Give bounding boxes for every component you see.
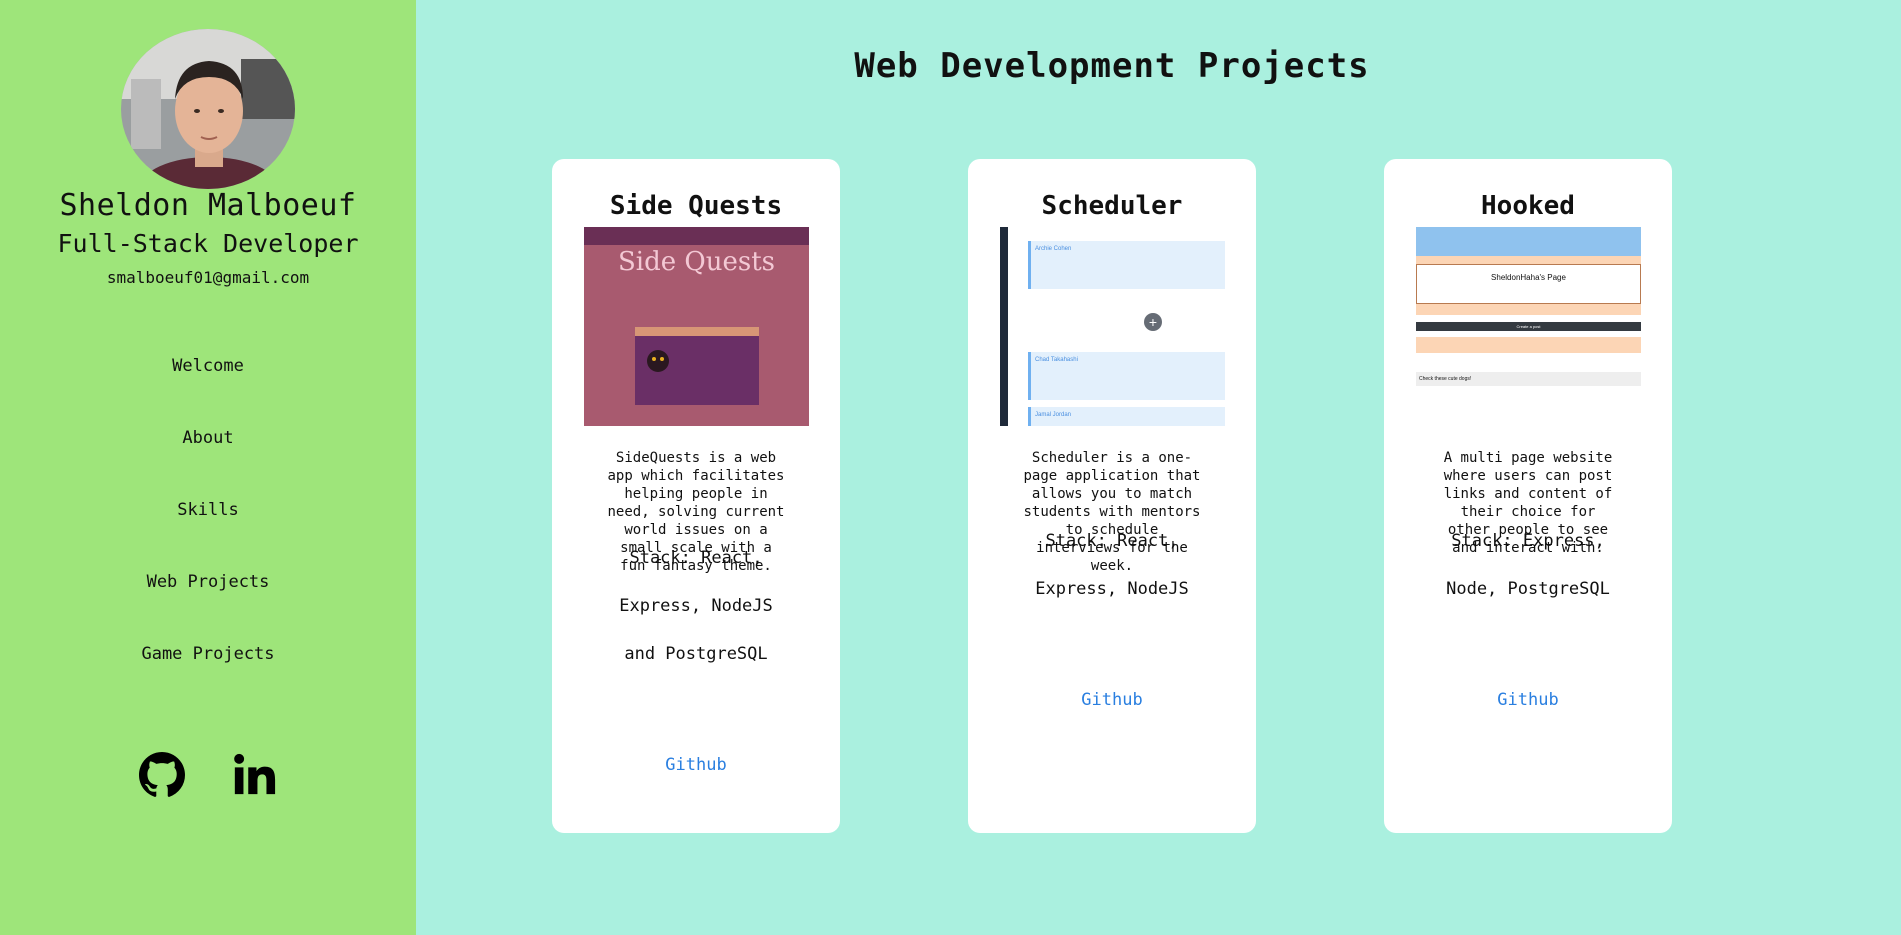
profile-email: smalboeuf01@gmail.com (106, 268, 310, 287)
stack-line: Node, PostgreSQL (1446, 579, 1610, 599)
preview-item: Check these cute dogs! (1416, 372, 1641, 386)
project-stack: Stack: React, Express, NodeJS and Postgr… (592, 534, 800, 678)
nav-item-web-projects[interactable]: Web Projects (0, 568, 416, 640)
stack-line: Stack: React, (629, 548, 763, 568)
project-title: Side Quests (609, 191, 783, 221)
stack-line: and PostgreSQL (624, 644, 768, 664)
add-icon: + (1144, 313, 1162, 331)
project-screenshot: SheldonHaha's Page Create a post Check t… (1416, 227, 1641, 426)
github-link[interactable]: Github (552, 755, 840, 775)
linkedin-icon[interactable] (231, 752, 277, 798)
sidebar: Sheldon Malboeuf Full-Stack Developer sm… (0, 0, 416, 935)
preview-post-button: Create a post (1416, 322, 1641, 331)
preview-slot: Jamal Jordan (1028, 407, 1225, 426)
stack-line: Stack: React, (1045, 531, 1179, 551)
project-screenshot: Archie Cohen + Chad Takahashi Jamal Jord… (1000, 227, 1225, 426)
sidebar-nav: Welcome About Skills Web Projects Game P… (0, 352, 416, 712)
preview-slot: Chad Takahashi (1028, 352, 1225, 400)
profile-role: Full-Stack Developer (57, 229, 359, 258)
nav-item-skills[interactable]: Skills (0, 496, 416, 568)
stack-line: Stack: Express, (1451, 531, 1605, 551)
preview-heading: SheldonHaha's Page (1416, 264, 1641, 304)
github-icon[interactable] (139, 752, 185, 798)
project-stack: Stack: React, Express, NodeJS (1008, 517, 1216, 613)
preview-logo: Side Quests (617, 247, 775, 277)
profile-name: Sheldon Malboeuf (59, 188, 357, 223)
github-link[interactable]: Github (968, 690, 1256, 710)
page-title: Web Development Projects (854, 46, 1370, 86)
avatar (121, 29, 295, 189)
nav-item-welcome[interactable]: Welcome (0, 352, 416, 424)
project-screenshot: Side Quests (584, 227, 809, 426)
project-title: Hooked (1481, 191, 1575, 221)
project-card-side-quests: Side Quests Side Quests SideQuests is a … (552, 159, 840, 833)
project-stack: Stack: Express, Node, PostgreSQL (1424, 517, 1632, 613)
social-links (0, 752, 416, 798)
stack-line: Express, NodeJS (1035, 579, 1189, 599)
nav-item-game-projects[interactable]: Game Projects (0, 640, 416, 712)
github-link[interactable]: Github (1384, 690, 1672, 710)
project-title: Scheduler (1041, 191, 1183, 221)
main-content: Web Development Projects Side Quests Sid… (416, 0, 1901, 935)
preview-slot: Archie Cohen (1028, 241, 1225, 289)
stack-line: Express, NodeJS (619, 596, 773, 616)
project-card-scheduler: Scheduler Archie Cohen + Chad Takahashi … (968, 159, 1256, 833)
nav-item-about[interactable]: About (0, 424, 416, 496)
project-card-hooked: Hooked SheldonHaha's Page Create a post … (1384, 159, 1672, 833)
